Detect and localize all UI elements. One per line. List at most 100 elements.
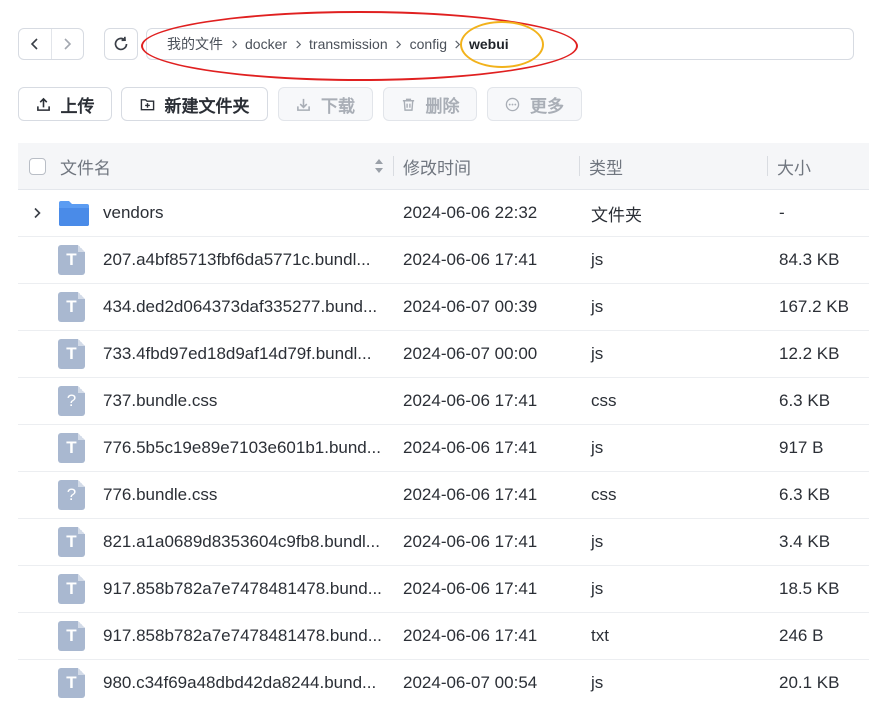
file-size: 246 B — [779, 626, 824, 645]
chevron-right-icon — [392, 37, 406, 51]
column-divider[interactable] — [767, 156, 768, 176]
breadcrumb-item-transmission[interactable]: transmission — [309, 36, 388, 52]
breadcrumb-item-my-files[interactable]: 我的文件 — [167, 34, 223, 54]
file-size: - — [779, 203, 785, 222]
file-mtime: 2024-06-06 17:41 — [403, 532, 538, 551]
column-header-size[interactable]: 大小 — [777, 143, 811, 189]
file-size: 3.4 KB — [779, 532, 831, 551]
delete-button[interactable]: 删除 — [383, 87, 477, 121]
file-name[interactable]: 980.c34f69a48dbd42da8244.bund... — [103, 660, 388, 704]
trash-icon — [402, 98, 414, 111]
new-folder-icon — [140, 98, 154, 110]
file-name[interactable]: 821.a1a0689d8353604c9fb8.bundl... — [103, 519, 388, 565]
history-nav — [18, 28, 84, 60]
file-name[interactable]: 776.5b5c19e89e7103e601b1.bund... — [103, 425, 388, 471]
text-file-icon: T — [58, 613, 90, 659]
forward-button[interactable] — [50, 29, 84, 59]
sort-icon[interactable] — [373, 157, 385, 175]
file-mtime: 2024-06-06 17:41 — [403, 438, 538, 457]
table-row[interactable]: T 434.ded2d064373daf335277.bund... 2024-0… — [18, 284, 869, 331]
download-button[interactable]: 下载 — [278, 87, 373, 121]
download-icon — [297, 98, 310, 111]
file-name[interactable]: 434.ded2d064373daf335277.bund... — [103, 284, 388, 330]
table-row[interactable]: T 776.5b5c19e89e7103e601b1.bund... 2024-0… — [18, 425, 869, 472]
table-row[interactable]: T 980.c34f69a48dbd42da8244.bund... 2024-0… — [18, 660, 869, 704]
folder-icon — [58, 190, 90, 236]
file-name[interactable]: 737.bundle.css — [103, 378, 388, 424]
file-name[interactable]: 917.858b782a7e7478481478.bund... — [103, 566, 388, 612]
file-type: js — [591, 344, 604, 363]
file-mtime: 2024-06-07 00:39 — [403, 297, 538, 316]
file-manager: 我的文件 docker transmission config webui 上传… — [0, 0, 869, 704]
file-list: vendors 2024-06-06 22:32 文件夹 - T 207.a4bf8… — [18, 190, 869, 704]
file-type: txt — [591, 626, 609, 645]
file-size: 18.5 KB — [779, 579, 840, 598]
new-folder-label: 新建文件夹 — [164, 96, 250, 116]
chevron-right-icon — [227, 37, 241, 51]
table-row[interactable]: ? 737.bundle.css 2024-06-06 17:41 css 6.3… — [18, 378, 869, 425]
file-size: 6.3 KB — [779, 485, 831, 504]
breadcrumb-item-webui[interactable]: webui — [469, 36, 509, 52]
new-folder-button[interactable]: 新建文件夹 — [121, 87, 268, 121]
column-header-name[interactable]: 文件名 — [60, 143, 390, 189]
file-type: js — [591, 438, 604, 457]
file-mtime: 2024-06-06 17:41 — [403, 579, 538, 598]
breadcrumb-item-docker[interactable]: docker — [245, 36, 287, 52]
file-name[interactable]: vendors — [103, 190, 388, 236]
upload-button[interactable]: 上传 — [18, 87, 112, 121]
text-file-icon: T — [58, 519, 90, 565]
file-type: js — [591, 579, 604, 598]
expand-toggle[interactable] — [32, 190, 44, 236]
upload-label: 上传 — [60, 96, 95, 116]
file-size: 20.1 KB — [779, 673, 840, 692]
select-all-cell — [29, 143, 47, 189]
chevron-right-icon — [291, 37, 305, 51]
back-button[interactable] — [19, 29, 51, 59]
text-file-icon: T — [58, 331, 90, 377]
chevron-right-icon — [34, 207, 41, 219]
table-row[interactable]: T 733.4fbd97ed18d9af14d79f.bundl... 2024-… — [18, 331, 869, 378]
file-mtime: 2024-06-07 00:54 — [403, 673, 538, 692]
file-name[interactable]: 917.858b782a7e7478481478.bund... — [103, 613, 388, 659]
chevron-left-icon — [30, 38, 38, 50]
text-file-icon: T — [58, 284, 90, 330]
chevron-right-icon — [64, 38, 72, 50]
table-header: 文件名 修改时间 类型 大小 — [18, 143, 869, 190]
file-mtime: 2024-06-06 22:32 — [403, 203, 538, 222]
table-row[interactable]: T 917.858b782a7e7478481478.bund... 2024-0… — [18, 613, 869, 660]
refresh-button[interactable] — [104, 28, 138, 60]
column-divider[interactable] — [579, 156, 580, 176]
select-all-checkbox[interactable] — [29, 157, 46, 175]
file-size: 917 B — [779, 438, 824, 457]
table-row[interactable]: vendors 2024-06-06 22:32 文件夹 - — [18, 190, 869, 237]
file-size: 12.2 KB — [779, 344, 840, 363]
column-divider[interactable] — [393, 156, 394, 176]
file-type: js — [591, 250, 604, 269]
more-button[interactable]: 更多 — [487, 87, 582, 121]
table-row[interactable]: T 207.a4bf85713fbf6da5771c.bundl... 2024-… — [18, 237, 869, 284]
upload-icon — [36, 97, 50, 111]
text-file-icon: T — [58, 660, 90, 704]
file-name[interactable]: 733.4fbd97ed18d9af14d79f.bundl... — [103, 331, 388, 377]
file-name[interactable]: 776.bundle.css — [103, 472, 388, 518]
download-label: 下载 — [321, 96, 355, 116]
file-mtime: 2024-06-06 17:41 — [403, 485, 538, 504]
column-header-type[interactable]: 类型 — [589, 143, 623, 189]
file-mtime: 2024-06-06 17:41 — [403, 250, 538, 269]
text-file-icon: T — [58, 237, 90, 283]
column-header-mtime[interactable]: 修改时间 — [403, 143, 471, 189]
unknown-file-icon: ? — [58, 378, 90, 424]
file-type: 文件夹 — [591, 205, 642, 225]
table-row[interactable]: T 917.858b782a7e7478481478.bund... 2024-0… — [18, 566, 869, 613]
file-name[interactable]: 207.a4bf85713fbf6da5771c.bundl... — [103, 237, 388, 283]
table-row[interactable]: ? 776.bundle.css 2024-06-06 17:41 css 6.3… — [18, 472, 869, 519]
breadcrumb-item-config[interactable]: config — [410, 36, 447, 52]
file-size: 6.3 KB — [779, 391, 831, 410]
table-row[interactable]: T 821.a1a0689d8353604c9fb8.bundl... 2024-… — [18, 519, 869, 566]
file-type: css — [591, 485, 617, 504]
unknown-file-icon: ? — [58, 472, 90, 518]
text-file-icon: T — [58, 425, 90, 471]
file-mtime: 2024-06-07 00:00 — [403, 344, 538, 363]
file-type: js — [591, 673, 604, 692]
file-mtime: 2024-06-06 17:41 — [403, 391, 538, 410]
